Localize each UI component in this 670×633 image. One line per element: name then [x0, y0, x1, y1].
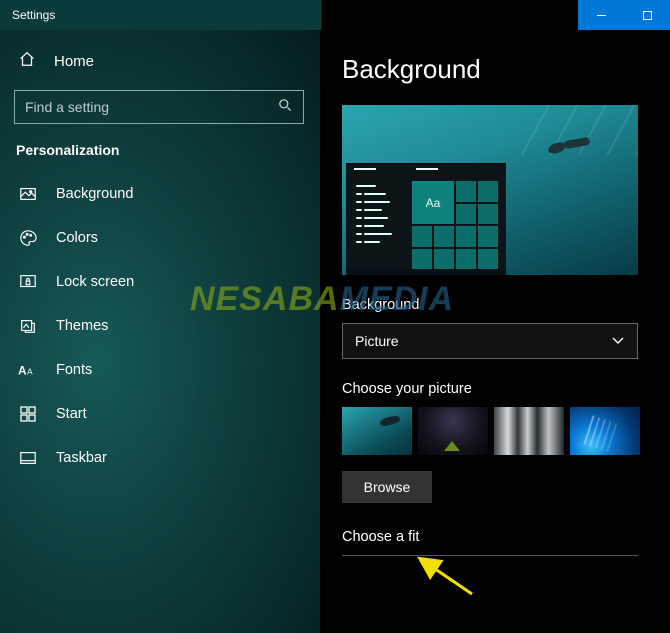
background-select-value: Picture	[355, 333, 399, 349]
sidebar-item-themes[interactable]: Themes	[14, 304, 310, 348]
titlebar: Settings	[0, 0, 670, 30]
picture-thumbnails	[342, 407, 652, 455]
main-panel: Background Aa	[320, 30, 670, 633]
start-icon	[18, 404, 38, 424]
browse-button[interactable]: Browse	[342, 471, 432, 503]
picture-thumb-1[interactable]	[342, 407, 412, 455]
annotation-arrow	[412, 554, 482, 605]
sidebar-item-label: Colors	[56, 230, 98, 246]
sidebar-item-label: Fonts	[56, 362, 92, 378]
choose-picture-label: Choose your picture	[342, 381, 652, 397]
taskbar-icon	[18, 448, 38, 468]
window-title: Settings	[12, 8, 55, 22]
choose-fit-label: Choose a fit	[342, 529, 652, 545]
svg-text:A: A	[27, 368, 33, 377]
sidebar-item-lockscreen[interactable]: Lock screen	[14, 260, 310, 304]
search-box[interactable]	[14, 90, 304, 124]
sidebar-item-label: Themes	[56, 318, 108, 334]
sidebar: Home Personalization Background	[0, 30, 320, 633]
picture-icon	[18, 184, 38, 204]
search-input[interactable]	[25, 99, 277, 115]
sidebar-item-label: Start	[56, 406, 87, 422]
page-title: Background	[342, 54, 652, 85]
sidebar-item-label: Background	[56, 186, 133, 202]
sidebar-item-label: Taskbar	[56, 450, 107, 466]
sidebar-item-label: Lock screen	[56, 274, 134, 290]
category-label: Personalization	[14, 142, 310, 172]
chevron-down-icon	[611, 333, 625, 350]
divider	[342, 555, 638, 556]
nav-home[interactable]: Home	[14, 40, 310, 86]
nav-home-label: Home	[54, 53, 94, 70]
background-preview: Aa	[342, 105, 638, 275]
sidebar-item-taskbar[interactable]: Taskbar	[14, 436, 310, 480]
picture-thumb-4[interactable]	[570, 407, 640, 455]
window-controls	[578, 0, 670, 30]
palette-icon	[18, 228, 38, 248]
sidebar-item-fonts[interactable]: A A Fonts	[14, 348, 310, 392]
lockscreen-icon	[18, 272, 38, 292]
background-label: Background	[342, 297, 652, 313]
sidebar-item-background[interactable]: Background	[14, 172, 310, 216]
preview-tile-text: Aa	[412, 181, 454, 224]
fonts-icon: A A	[18, 360, 38, 380]
preview-desktop: Aa	[346, 163, 506, 275]
themes-icon	[18, 316, 38, 336]
maximize-button[interactable]	[624, 0, 670, 30]
picture-thumb-3[interactable]	[494, 407, 564, 455]
search-icon	[277, 97, 293, 118]
picture-thumb-2[interactable]	[418, 407, 488, 455]
sidebar-item-colors[interactable]: Colors	[14, 216, 310, 260]
home-icon	[18, 50, 36, 72]
background-select[interactable]: Picture	[342, 323, 638, 359]
sidebar-item-start[interactable]: Start	[14, 392, 310, 436]
browse-button-label: Browse	[364, 479, 411, 495]
minimize-button[interactable]	[578, 0, 624, 30]
svg-text:A: A	[18, 364, 27, 378]
